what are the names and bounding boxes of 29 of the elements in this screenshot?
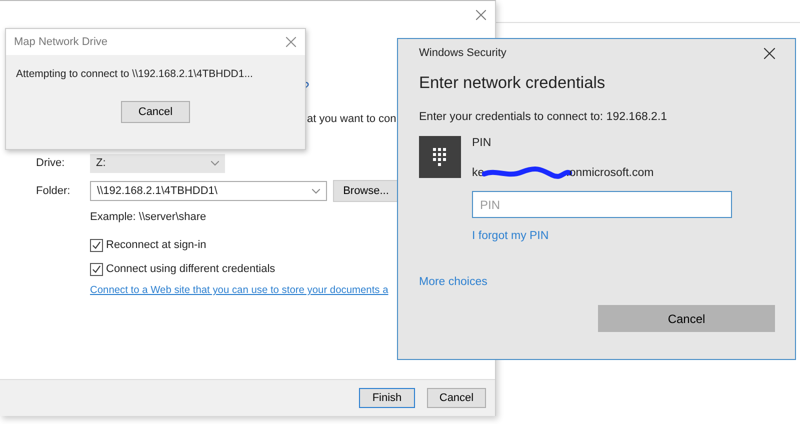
- chevron-icon: [312, 188, 320, 194]
- cancel-button[interactable]: Cancel: [427, 388, 486, 408]
- dialog-title: Windows Security: [419, 47, 506, 59]
- web-site-link[interactable]: Connect to a Web site that you can use to store your documents a: [90, 285, 388, 296]
- cancel-button[interactable]: Cancel: [598, 305, 775, 332]
- checkbox[interactable]: [90, 262, 103, 276]
- dialog-heading: Enter network credentials: [419, 74, 606, 93]
- prompt-text: Enter your credentials to connect to: 192.168.2.1: [419, 111, 668, 123]
- finish-button[interactable]: Finish: [359, 388, 415, 408]
- sign-in-method: PIN: [472, 137, 492, 151]
- drive-label: Drive:: [36, 157, 66, 169]
- browse-button[interactable]: Browse...: [333, 180, 399, 202]
- account-text: .onmicrosoft.com: [566, 167, 654, 179]
- close-icon[interactable]: [476, 10, 486, 20]
- cancel-button[interactable]: Cancel: [121, 101, 190, 123]
- checkbox[interactable]: [90, 238, 103, 252]
- example-text: Example: \\server\share: [90, 211, 208, 225]
- keypad-icon: [419, 136, 461, 178]
- folder-label: Folder:: [36, 185, 72, 197]
- instruction-text: at you want to con: [307, 113, 396, 125]
- checkbox-label: Connect using different credentials: [106, 263, 276, 275]
- drive-dropdown[interactable]: Z:: [90, 154, 225, 172]
- folder-combobox[interactable]: \\192.168.2.1\4TBHDD1\: [90, 181, 327, 201]
- chevron-icon: [211, 160, 219, 166]
- status-message: Attempting to connect to \\192.168.2.1\4TBHDD1...: [15, 68, 253, 80]
- dialog-title: Map Network Drive: [14, 36, 108, 48]
- pin-field[interactable]: PIN: [472, 191, 732, 218]
- close-icon[interactable]: [764, 48, 775, 58]
- checkbox-label: Reconnect at sign-in: [106, 239, 206, 251]
